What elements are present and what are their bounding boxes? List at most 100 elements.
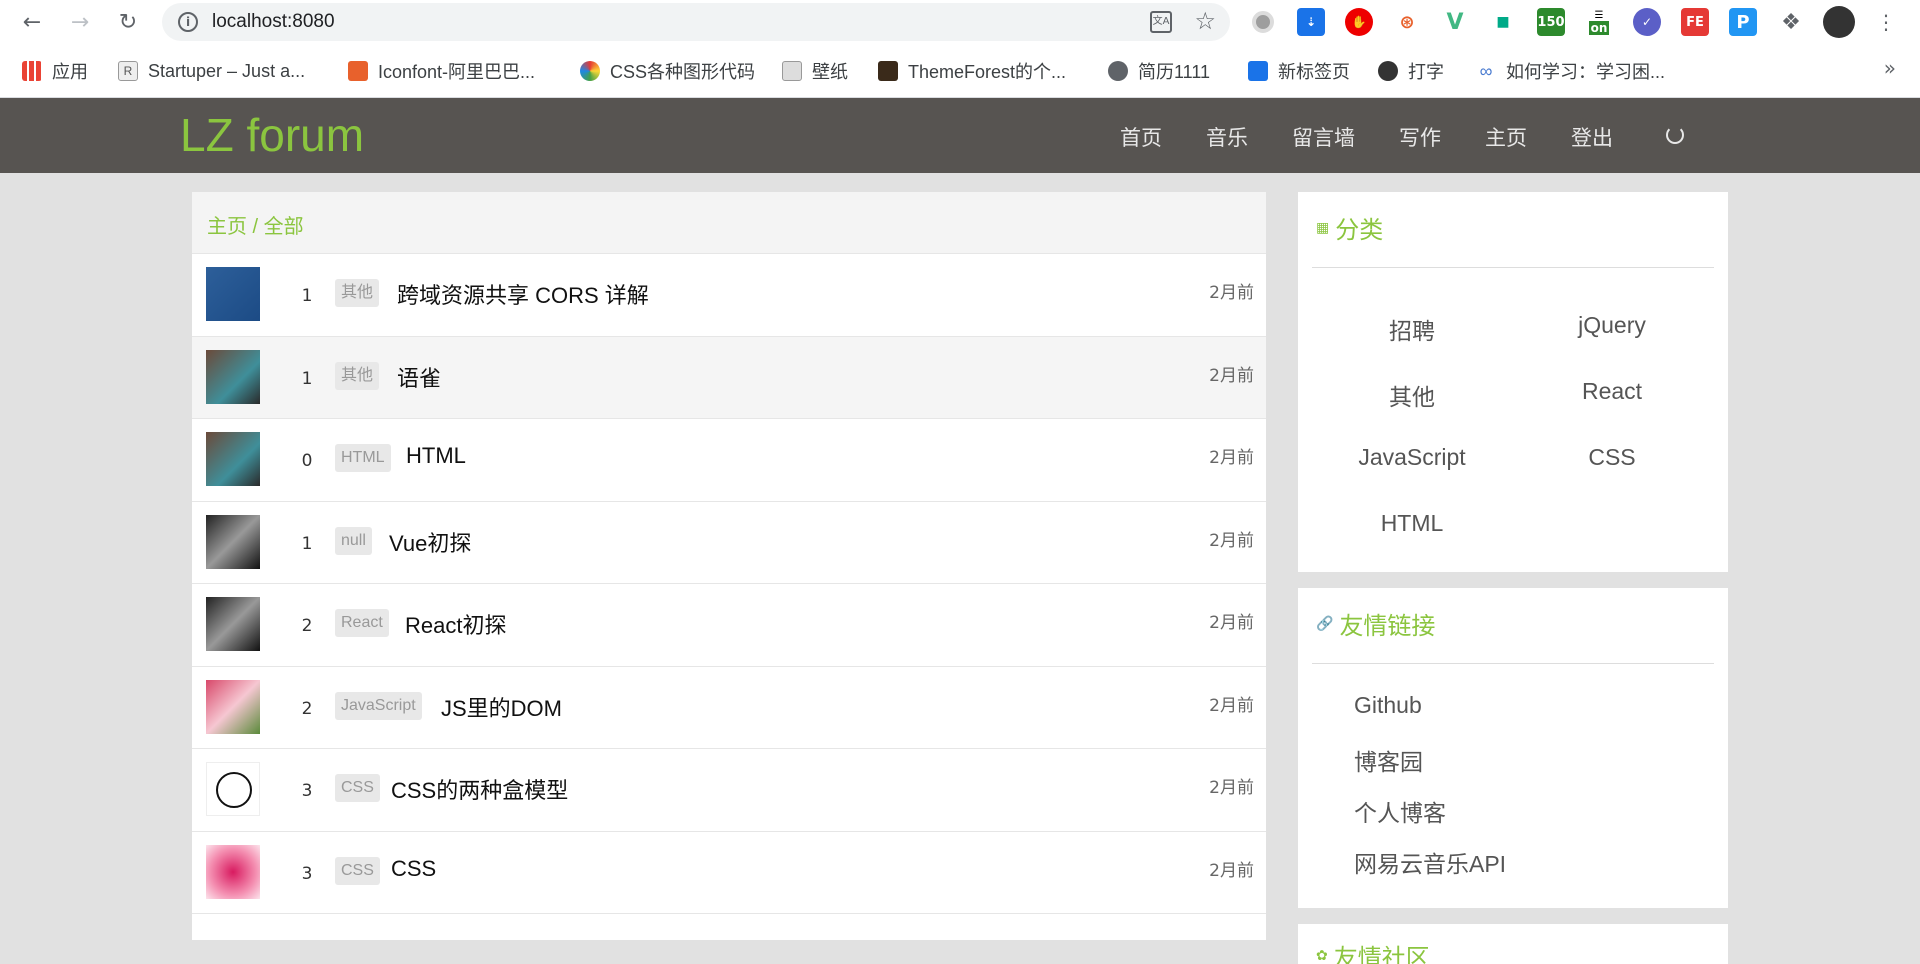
post-author-avatar[interactable] [206, 267, 260, 321]
post-category-tag[interactable]: 其他 [335, 279, 380, 307]
post-row[interactable]: 3 CSS CSS的两种盒模型 2月前 [192, 749, 1266, 832]
site-logo[interactable]: LZ forum [180, 108, 364, 162]
nav-write[interactable]: 写作 [1399, 122, 1441, 152]
post-title[interactable]: HTML [406, 443, 466, 469]
bookmark-apps[interactable]: 应用 [22, 58, 88, 84]
post-author-avatar[interactable] [206, 762, 260, 816]
browser-toolbar: ← → ↻ i localhost:8080 文A ☆ ⇣ ✋ ⊛ V ■ 15… [0, 0, 1920, 44]
extension-check-icon[interactable]: ✓ [1633, 8, 1661, 36]
post-category-tag[interactable]: CSS [335, 856, 380, 885]
post-category-tag[interactable]: 其他 [335, 361, 380, 390]
post-category-tag[interactable]: HTML [335, 444, 391, 472]
extension-fe-icon[interactable]: FE [1681, 8, 1709, 36]
post-title[interactable]: CSS的两种盒模型 [391, 773, 568, 805]
category-item[interactable]: React [1512, 378, 1712, 405]
post-author-avatar[interactable] [206, 844, 260, 899]
nav-music[interactable]: 音乐 [1206, 122, 1248, 152]
bookmark-new-tab[interactable]: 新标签页 [1248, 58, 1350, 84]
extension-network-icon[interactable]: ⊛ [1393, 8, 1421, 36]
post-row[interactable]: 2 JavaScript JS里的DOM 2月前 [192, 666, 1266, 749]
extension-counter-150-icon[interactable]: 150 [1537, 8, 1565, 36]
categories-title-text: 分类 [1335, 217, 1384, 244]
friend-link[interactable]: Github [1354, 692, 1422, 719]
bookmarks-bar: 应用 R Startuper – Just a... Iconfont-阿里巴巴… [0, 44, 1920, 98]
back-icon[interactable]: ← [16, 6, 48, 38]
bookmark-star-icon[interactable]: ☆ [1194, 7, 1216, 35]
post-row[interactable]: 1 其他 跨域资源共享 CORS 详解 2月前 [192, 254, 1266, 337]
translate-icon[interactable]: 文A [1150, 11, 1172, 33]
post-category-tag[interactable]: null [335, 526, 372, 555]
bookmark-label: 应用 [52, 62, 88, 82]
post-title[interactable]: 跨域资源共享 CORS 详解 [397, 278, 649, 310]
extension-on-icon[interactable]: ☰ on [1585, 8, 1613, 36]
bookmark-themeforest[interactable]: ThemeForest的个... [878, 58, 1066, 84]
post-author-avatar[interactable] [206, 349, 260, 404]
post-reply-count: 3 [301, 781, 313, 801]
bookmark-resume[interactable]: 简历1111 [1108, 58, 1210, 84]
bookmark-iconfont[interactable]: Iconfont-阿里巴巴... [348, 58, 535, 84]
bookmark-how-to-learn[interactable]: ∞ 如何学习：学习困... [1476, 58, 1665, 84]
post-category-tag[interactable]: CSS [335, 774, 380, 802]
community-title-text: 友情社区 [1333, 945, 1430, 964]
extension-chart-icon[interactable]: ■ [1489, 8, 1517, 36]
breadcrumb[interactable]: 主页 / 全部 [192, 192, 1266, 254]
link-icon: 🔗 [1316, 615, 1334, 631]
post-reply-count: 1 [301, 286, 313, 306]
bookmarks-overflow-chevron-icon[interactable]: » [1884, 56, 1896, 80]
nav-profile[interactable]: 主页 [1485, 122, 1527, 152]
post-author-avatar[interactable] [206, 514, 260, 569]
category-item[interactable]: HTML [1312, 510, 1512, 537]
post-time: 2月前 [1209, 365, 1254, 386]
extensions-puzzle-icon[interactable]: ❖ [1777, 8, 1805, 36]
bookmark-css-shapes[interactable]: CSS各种图形代码 [580, 58, 755, 84]
reload-icon[interactable]: ↻ [112, 6, 144, 38]
infinity-link-icon: ∞ [1479, 61, 1493, 81]
nav-home[interactable]: 首页 [1120, 122, 1162, 152]
friend-link[interactable]: 网易云音乐API [1354, 845, 1506, 879]
post-row[interactable]: 1 其他 语雀 2月前 [192, 336, 1266, 419]
nav-guestbook[interactable]: 留言墙 [1292, 122, 1355, 152]
post-reply-count: 3 [301, 863, 313, 884]
profile-avatar[interactable] [1823, 6, 1855, 38]
post-title[interactable]: 语雀 [397, 361, 441, 393]
friend-link[interactable]: 个人博客 [1354, 794, 1446, 828]
post-title[interactable]: Vue初探 [389, 526, 471, 558]
extension-green-dot-icon[interactable] [1249, 8, 1277, 36]
category-item[interactable]: JavaScript [1312, 444, 1512, 471]
post-author-avatar[interactable] [206, 597, 260, 651]
extension-download-icon[interactable]: ⇣ [1297, 8, 1325, 36]
post-title[interactable]: JS里的DOM [441, 691, 562, 723]
extension-adblock-icon[interactable]: ✋ [1345, 8, 1373, 36]
leaf-icon: ✿ [1316, 947, 1328, 963]
post-author-avatar[interactable] [206, 432, 260, 486]
post-title[interactable]: React初探 [405, 608, 506, 640]
refresh-icon[interactable] [1666, 126, 1684, 144]
friend-link[interactable]: 博客园 [1354, 743, 1423, 777]
nav-logout[interactable]: 登出 [1571, 122, 1613, 152]
post-row[interactable]: 1 null Vue初探 2月前 [192, 501, 1266, 584]
bookmark-wallpaper[interactable]: 壁纸 [782, 58, 848, 84]
bookmark-label: 如何学习：学习困... [1506, 62, 1666, 82]
extension-vue-devtools-icon[interactable]: V [1441, 8, 1469, 36]
post-row[interactable]: 0 HTML HTML 2月前 [192, 419, 1266, 502]
post-row[interactable]: 3 CSS CSS 2月前 [192, 831, 1266, 914]
post-row[interactable]: 2 React React初探 2月前 [192, 584, 1266, 667]
bookmark-typing[interactable]: 打字 [1378, 58, 1444, 84]
category-item[interactable]: CSS [1512, 444, 1712, 471]
bookmark-startuper[interactable]: R Startuper – Just a... [118, 58, 305, 84]
site-info-icon[interactable]: i [178, 12, 198, 32]
post-category-tag[interactable]: React [335, 609, 389, 637]
post-category-tag[interactable]: JavaScript [335, 691, 422, 720]
post-author-avatar[interactable] [206, 679, 260, 734]
browser-menu-icon[interactable]: ⋮ [1870, 6, 1902, 38]
category-item[interactable]: 招聘 [1312, 312, 1512, 346]
category-item[interactable]: 其他 [1312, 378, 1512, 412]
category-item[interactable]: jQuery [1512, 312, 1712, 339]
extension-p-icon[interactable]: P [1729, 8, 1757, 36]
forward-icon[interactable]: → [64, 6, 96, 38]
post-title[interactable]: CSS [391, 856, 436, 882]
post-time: 2月前 [1209, 695, 1254, 716]
address-bar[interactable]: i localhost:8080 文A ☆ [162, 3, 1230, 41]
url-text[interactable]: localhost:8080 [212, 11, 335, 33]
post-time: 2月前 [1209, 530, 1254, 551]
